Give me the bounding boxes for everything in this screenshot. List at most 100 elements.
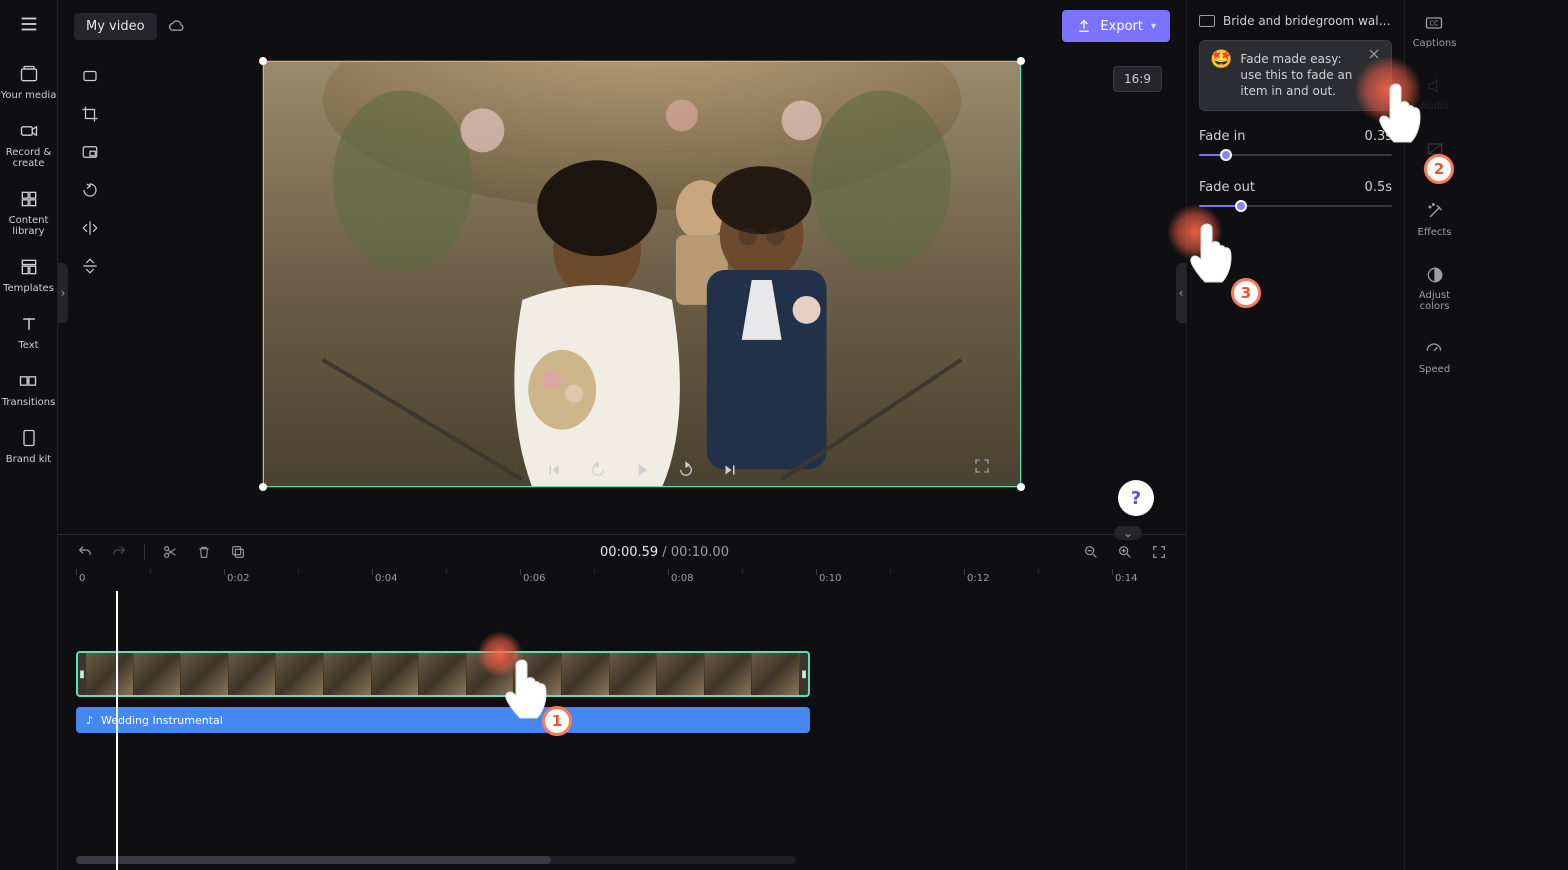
center-column: My video Export ▾ › ‹ 16:9 — [58, 0, 1186, 870]
svg-text:CC: CC — [1430, 20, 1440, 28]
nav-transitions[interactable]: Transitions — [2, 369, 56, 408]
timeline-ruler[interactable]: 00:020:040:060:080:100:120:14 — [76, 569, 1168, 591]
timeline-toolbar: 00:00.59 / 00:10.00 — [58, 535, 1186, 569]
zoom-in-button[interactable] — [1116, 543, 1134, 561]
tool-label: Audio — [1420, 101, 1448, 112]
expand-right-panel[interactable]: ‹ — [1176, 263, 1186, 323]
transport-controls — [263, 459, 1021, 481]
nav-your-media[interactable]: Your media — [1, 62, 57, 101]
pip-tool[interactable] — [78, 140, 102, 164]
rewind-5s-button[interactable] — [587, 459, 609, 481]
playhead[interactable] — [116, 591, 118, 870]
close-tip-button[interactable] — [1367, 47, 1385, 65]
speed-icon — [1423, 338, 1445, 360]
timeline-scrollbar[interactable] — [76, 856, 796, 864]
nav-label: Templates — [3, 283, 54, 294]
resize-handle-tl[interactable] — [259, 57, 267, 65]
brandkit-icon — [17, 426, 41, 450]
duplicate-button[interactable] — [229, 543, 247, 561]
right-tool-rail: CC Captions Audio Fade Effects Adjust co… — [1404, 0, 1464, 870]
audio-icon — [1424, 75, 1446, 97]
delete-button[interactable] — [195, 543, 213, 561]
undo-button[interactable] — [76, 543, 94, 561]
nav-record-create[interactable]: Record & create — [0, 119, 57, 169]
chevron-down-icon: ▾ — [1151, 21, 1156, 32]
selection-outline — [263, 61, 1021, 487]
fade-in-slider-knob[interactable] — [1220, 149, 1232, 161]
library-icon — [17, 187, 41, 211]
fade-out-slider[interactable] — [1199, 199, 1392, 213]
captions-icon: CC — [1423, 12, 1445, 34]
hamburger-menu[interactable] — [17, 12, 41, 36]
hamburger-icon — [17, 12, 41, 36]
resize-handle-tr[interactable] — [1017, 57, 1025, 65]
nav-label: Your media — [1, 90, 57, 101]
fade-tip-card: 🤩 Fade made easy: use this to fade an it… — [1199, 40, 1392, 111]
flip-h-tool[interactable] — [78, 216, 102, 240]
fade-in-slider[interactable] — [1199, 148, 1392, 162]
forward-5s-button[interactable] — [675, 459, 697, 481]
upload-icon — [1076, 18, 1092, 34]
nav-text[interactable]: Text — [17, 312, 41, 351]
nav-content-library[interactable]: Content library — [0, 187, 57, 237]
video-clip[interactable]: ▮ ▮ — [76, 651, 810, 697]
canvas-tools — [78, 64, 102, 278]
tool-fade[interactable]: Fade — [1423, 138, 1446, 175]
clip-trim-left[interactable]: ▮ — [78, 653, 86, 695]
music-note-icon: ♪ — [86, 714, 93, 727]
tip-text: Fade made easy: use this to fade an item… — [1240, 51, 1361, 100]
expand-left-panel[interactable]: › — [58, 263, 68, 323]
export-button[interactable]: Export ▾ — [1062, 10, 1170, 42]
topbar: My video Export ▾ — [58, 0, 1186, 52]
fade-in-value: 0.3s — [1365, 129, 1392, 144]
scrollbar-thumb[interactable] — [76, 856, 551, 864]
nav-label: Record & create — [0, 147, 57, 169]
starstruck-emoji-icon: 🤩 — [1210, 51, 1232, 69]
app-root: Your media Record & create Content libra… — [0, 0, 1464, 870]
nav-label: Brand kit — [6, 454, 51, 465]
fade-out-label: Fade out — [1199, 180, 1255, 195]
aspect-ratio-chip[interactable]: 16:9 — [1113, 66, 1162, 92]
tool-adjust-colors[interactable]: Adjust colors — [1405, 264, 1464, 312]
nav-label: Content library — [0, 215, 57, 237]
play-button[interactable] — [631, 459, 653, 481]
rotate-tool[interactable] — [78, 178, 102, 202]
stage-area: › ‹ 16:9 — [58, 52, 1186, 534]
zoom-out-button[interactable] — [1082, 543, 1100, 561]
fade-out-value: 0.5s — [1365, 180, 1392, 195]
timecode-display: 00:00.59 / 00:10.00 — [263, 545, 1066, 560]
nav-templates[interactable]: Templates — [3, 255, 54, 294]
zoom-fit-button[interactable] — [1150, 543, 1168, 561]
fullscreen-button[interactable] — [973, 457, 993, 477]
flip-v-tool[interactable] — [78, 254, 102, 278]
tool-captions[interactable]: CC Captions — [1413, 12, 1457, 49]
fade-in-row: Fade in 0.3s — [1199, 129, 1392, 144]
tool-audio[interactable]: Audio — [1420, 75, 1448, 112]
preview-canvas[interactable] — [262, 60, 1022, 488]
inspector-panel: Bride and bridegroom walking t… 🤩 Fade m… — [1186, 0, 1404, 870]
cloud-sync-icon[interactable] — [167, 16, 187, 36]
skip-end-button[interactable] — [719, 459, 741, 481]
nav-brand-kit[interactable]: Brand kit — [6, 426, 51, 465]
fade-out-slider-knob[interactable] — [1235, 200, 1247, 212]
redo-button[interactable] — [110, 543, 128, 561]
tool-label: Effects — [1418, 227, 1452, 238]
split-button[interactable] — [161, 543, 179, 561]
tool-speed[interactable]: Speed — [1419, 338, 1450, 375]
resize-handle-br[interactable] — [1017, 483, 1025, 491]
transitions-icon — [16, 369, 40, 393]
collapse-stage-button[interactable]: ⌄ — [1114, 526, 1142, 540]
audio-clip[interactable]: ♪ Wedding Instrumental — [76, 707, 810, 733]
fit-tool[interactable] — [78, 64, 102, 88]
clip-icon — [1199, 15, 1215, 27]
skip-start-button[interactable] — [543, 459, 565, 481]
fade-out-row: Fade out 0.5s — [1199, 180, 1392, 195]
project-title[interactable]: My video — [74, 13, 157, 40]
tool-label: Speed — [1419, 364, 1450, 375]
fade-icon — [1424, 138, 1446, 160]
help-button[interactable]: ? — [1118, 480, 1154, 516]
tool-effects[interactable]: Effects — [1418, 201, 1452, 238]
resize-handle-bl[interactable] — [259, 483, 267, 491]
crop-tool[interactable] — [78, 102, 102, 126]
clip-trim-right[interactable]: ▮ — [800, 653, 808, 695]
